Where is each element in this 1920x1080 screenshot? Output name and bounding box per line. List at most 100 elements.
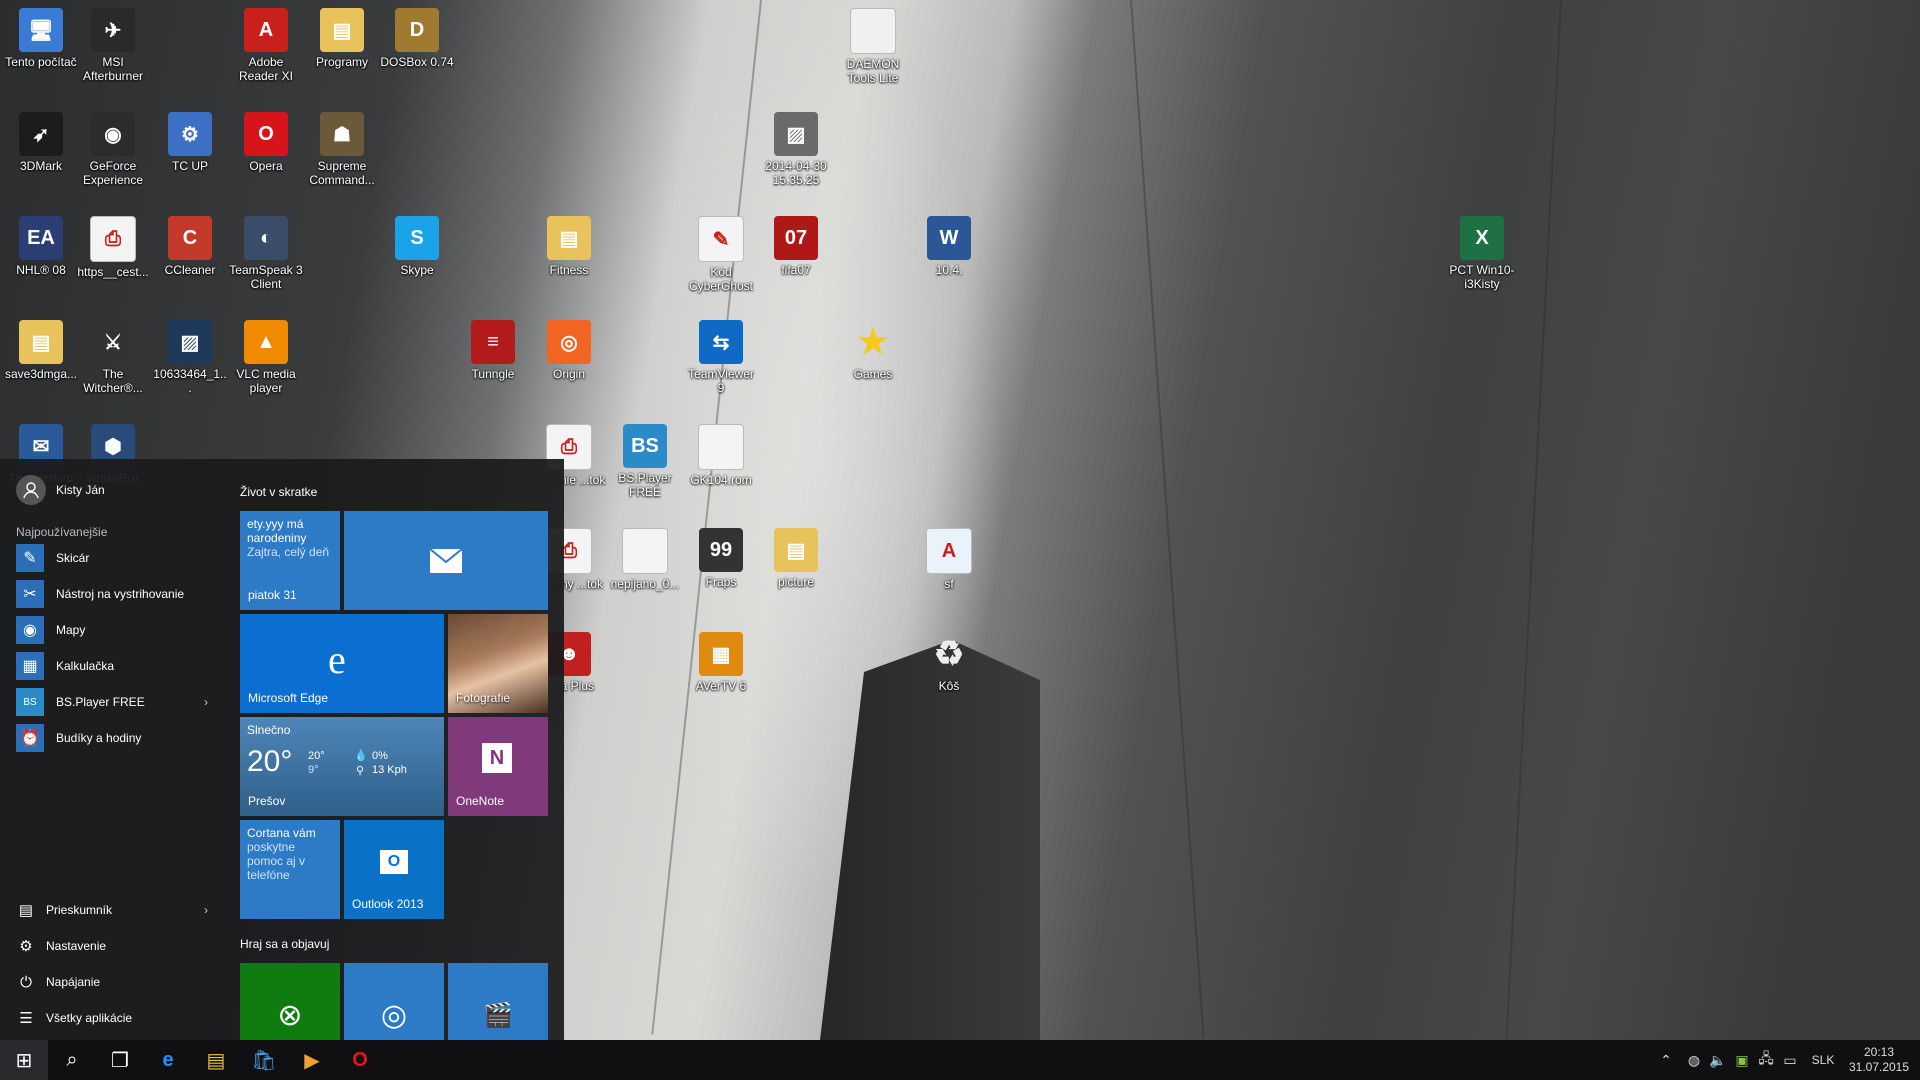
- desktop-icon[interactable]: ▨ 10633464_1...: [153, 320, 227, 395]
- start-system-item[interactable]: ☰ Všetky aplikácie: [16, 1003, 216, 1033]
- desktop-icon[interactable]: ▤ Programy: [305, 8, 379, 69]
- opera-icon: O: [244, 112, 288, 156]
- desktop-icon[interactable]: ⚔ The Witcher®...: [76, 320, 150, 395]
- start-button[interactable]: ⊞: [0, 1040, 48, 1080]
- origin-icon: ◎: [547, 320, 591, 364]
- start-app-item[interactable]: ◉ Mapy: [16, 615, 216, 645]
- xbox-tile[interactable]: ⊗: [240, 963, 340, 1040]
- start-system-item[interactable]: ⏻ Napájanie: [16, 967, 216, 997]
- desktop-icon[interactable]: Asf: [912, 528, 986, 591]
- desktop-icon[interactable]: C CCleaner: [153, 216, 227, 277]
- desktop-icon[interactable]: D DOSBox 0.74: [380, 8, 454, 69]
- outlook-tile[interactable]: O Outlook 2013: [344, 820, 444, 919]
- opera-taskbar[interactable]: O: [336, 1040, 384, 1080]
- volume-icon[interactable]: 🔈: [1708, 1040, 1728, 1080]
- desktop-icon[interactable]: ▤ savе3dmga...: [4, 320, 78, 381]
- desktop-icon[interactable]: X PCT Win10-i3Kisty: [1445, 216, 1519, 291]
- desktop-icon-label: DOSBox 0.74: [380, 55, 454, 69]
- desktop-icon[interactable]: ▤ Fitness: [532, 216, 606, 277]
- mail-tile[interactable]: [344, 511, 548, 610]
- outlook-tile-label: Outlook 2013: [352, 897, 424, 911]
- desktop-icon[interactable]: ⎙ https__cest...: [76, 216, 150, 279]
- photos-tile[interactable]: Fotografie: [448, 614, 548, 713]
- movies-tile[interactable]: 🎬: [448, 963, 548, 1040]
- tcup-icon: ⚙: [168, 112, 212, 156]
- word-icon: W: [927, 216, 971, 260]
- desktop-icon[interactable]: ≡ Tunngle: [456, 320, 530, 381]
- bsplayer-icon: BS: [623, 424, 667, 468]
- paint-icon: ✎: [16, 544, 44, 572]
- desktop-icon[interactable]: ◎ Origin: [532, 320, 606, 381]
- desktop-icon[interactable]: ✈ MSI Afterburner: [76, 8, 150, 83]
- start-app-item[interactable]: BS BS.Player FREE ›: [16, 687, 216, 717]
- user-account[interactable]: Kisty Ján: [16, 475, 105, 505]
- desktop-icon-label: TC UP: [172, 159, 208, 173]
- desktop-icon[interactable]: ▲ VLC media player: [229, 320, 303, 395]
- start-system-item[interactable]: ⚙ Nastavenie: [16, 931, 216, 961]
- desktop-icon-label: 10633464_1...: [153, 367, 227, 395]
- groove-tile[interactable]: ◎: [344, 963, 444, 1040]
- desktop-icon[interactable]: 99 Fraps: [684, 528, 758, 589]
- start-app-label: Mapy: [56, 623, 86, 637]
- desktop-icon[interactable]: ▨ 2014-04-30 15.35.25: [759, 112, 833, 187]
- language-indicator[interactable]: SLK: [1808, 1040, 1838, 1080]
- text-file-icon: A: [926, 528, 972, 574]
- weather-low: 9°: [308, 764, 319, 776]
- task-view-button[interactable]: ❐: [96, 1040, 144, 1080]
- desktop-icon-label: picture: [777, 575, 815, 589]
- desktop-icon[interactable]: ▦ AVerTV 6: [684, 632, 758, 693]
- desktop-icon[interactable]: ✎ Kód CyberGhost: [684, 216, 758, 293]
- desktop-icon[interactable]: ☗ Supreme Command...: [305, 112, 379, 187]
- desktop-icon[interactable]: ◐ TeamSpeak 3 Client: [229, 216, 303, 291]
- cortana-tile[interactable]: Cortana vám poskytne pomoc aj v telefóne: [240, 820, 340, 919]
- desktop-icon[interactable]: W 10.4.: [912, 216, 986, 277]
- weather-tile[interactable]: Slnečno 20° 20° 9° 💧 0% ⚲ 13 Kph Prešov: [240, 717, 444, 816]
- explorer-taskbar[interactable]: ▤: [192, 1040, 240, 1080]
- start-app-label: Nástroj na vystrihovanie: [56, 587, 185, 601]
- desktop-icon[interactable]: A Adobe Reader XI: [229, 8, 303, 83]
- nvidia-tray-icon[interactable]: ▣: [1732, 1040, 1752, 1080]
- edge-taskbar[interactable]: e: [144, 1040, 192, 1080]
- store-taskbar[interactable]: 🛍: [240, 1040, 288, 1080]
- chevron-right-icon: ›: [204, 695, 208, 709]
- desktop-icon[interactable]: nepijano_0...: [608, 528, 682, 591]
- desktop-icon[interactable]: ⚙ TC UP: [153, 112, 227, 173]
- desktop-icon[interactable]: ➶ 3DMark: [4, 112, 78, 173]
- desktop-icon[interactable]: ★ Games: [836, 320, 910, 381]
- clock[interactable]: 20:13 31.07.2015: [1844, 1040, 1914, 1080]
- calendar-tile[interactable]: ety.yyy má narodeniny Zajtra, celý deň p…: [240, 511, 340, 610]
- search-button[interactable]: ⌕: [48, 1040, 96, 1080]
- desktop-icon[interactable]: ⇆ TeamViewer 9: [684, 320, 758, 395]
- show-hidden-icons-icon[interactable]: ⌃: [1658, 1040, 1674, 1080]
- start-app-item[interactable]: ✎ Skicár: [16, 543, 216, 573]
- desktop-icon[interactable]: ◉ GeForce Experience: [76, 112, 150, 187]
- start-app-item[interactable]: ▦ Kalkulačka: [16, 651, 216, 681]
- desktop-icon[interactable]: BS BS.Player FREE: [608, 424, 682, 499]
- wind-icon: ⚲: [356, 765, 365, 777]
- desktop-icon[interactable]: S Skype: [380, 216, 454, 277]
- desktop-icon[interactable]: ▤ picture: [759, 528, 833, 589]
- desktop-icon[interactable]: EA NHL® 08: [4, 216, 78, 277]
- steam-tray-icon[interactable]: ◍: [1684, 1040, 1704, 1080]
- desktop-icon[interactable]: DAEMON Tools Lite: [836, 8, 910, 85]
- onenote-tile[interactable]: N OneNote: [448, 717, 548, 816]
- desktop-icon[interactable]: GK104.rom: [684, 424, 758, 487]
- network-icon[interactable]: 🖧: [1756, 1040, 1776, 1080]
- action-center-icon[interactable]: ▭: [1780, 1040, 1800, 1080]
- desktop-icon[interactable]: O Opera: [229, 112, 303, 173]
- desktop-icon[interactable]: ♻ Kôš: [912, 632, 986, 693]
- group-title-play: Hraj sa a objavuj: [240, 937, 330, 951]
- start-app-label: BS.Player FREE: [56, 695, 145, 709]
- edge-tile[interactable]: e Microsoft Edge: [240, 614, 444, 713]
- most-used-heading: Najpoužívanejšie: [16, 525, 108, 539]
- start-app-item[interactable]: ⏰ Budíky a hodiny: [16, 723, 216, 753]
- xbox-icon: ⊗: [277, 999, 303, 1032]
- media-taskbar[interactable]: ▶: [288, 1040, 336, 1080]
- media-player-icon: ▶: [304, 1049, 320, 1072]
- desktop-icon-label: Programy: [315, 55, 368, 69]
- desktop-icon[interactable]: 🖥 Tento počítač: [4, 8, 78, 69]
- start-app-item[interactable]: ✂ Nástroj na vystrihovanie: [16, 579, 216, 609]
- desktop-icon[interactable]: 07 fifa07: [759, 216, 833, 277]
- start-system-item[interactable]: ▤ Prieskumník ›: [16, 895, 216, 925]
- start-app-label: Skicár: [56, 551, 90, 565]
